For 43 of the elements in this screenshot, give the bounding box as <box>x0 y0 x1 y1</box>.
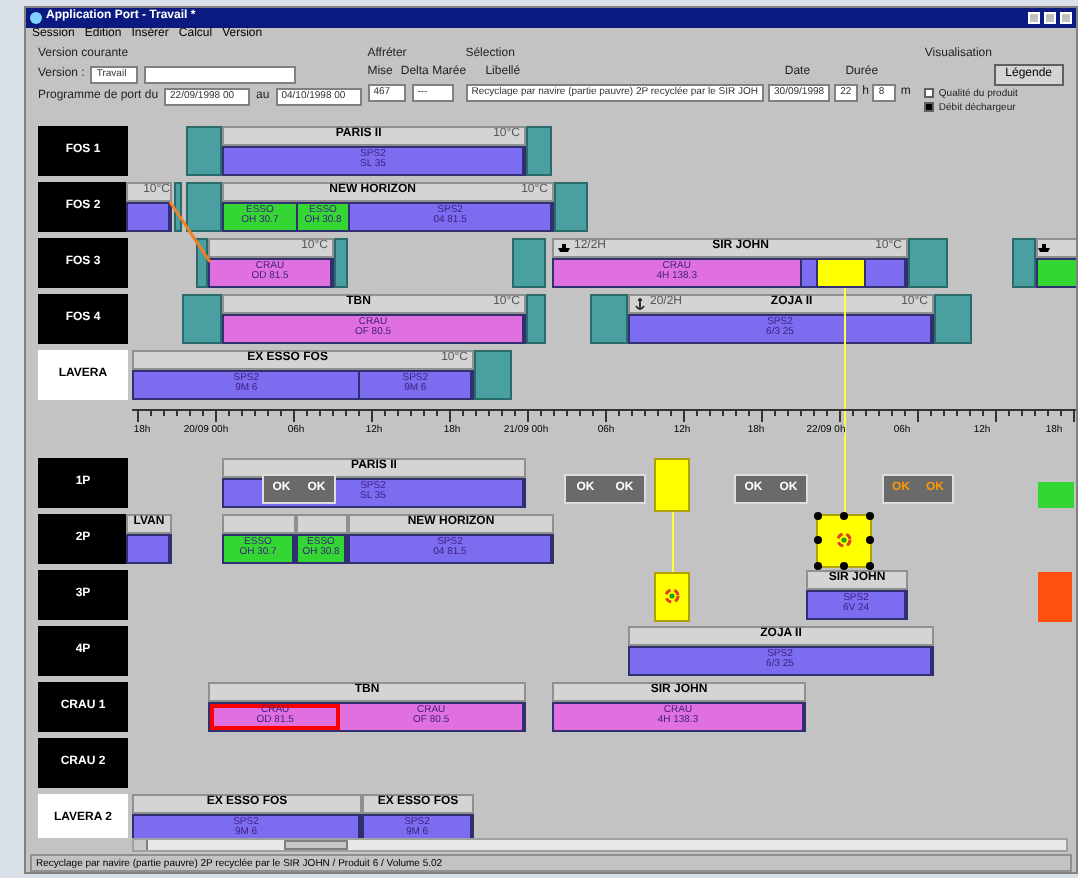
cargo-segment[interactable] <box>818 259 866 286</box>
maneuver-block <box>196 237 208 288</box>
scroll-thumb[interactable] <box>284 840 348 851</box>
selection-handle[interactable] <box>814 561 822 570</box>
maneuver-block <box>334 237 348 288</box>
maneuver-block <box>174 181 182 232</box>
horizontal-scrollbar[interactable] <box>132 838 1068 853</box>
maneuver-block <box>512 237 546 288</box>
selection-handle[interactable] <box>866 536 874 545</box>
close-button[interactable] <box>1060 11 1072 24</box>
maneuver-block <box>186 181 222 232</box>
maneuver-block <box>186 125 222 176</box>
operation-block[interactable] <box>816 513 872 568</box>
checkbox[interactable] <box>924 102 935 113</box>
maneuver-block <box>1012 237 1036 288</box>
selection-handle[interactable] <box>814 536 822 545</box>
selection-handle[interactable] <box>814 511 822 520</box>
cargo-segment[interactable] <box>1038 259 1076 286</box>
maneuver-block <box>474 349 512 400</box>
maneuver-block <box>526 293 546 344</box>
maneuver-block <box>934 293 972 344</box>
maneuver-block <box>182 293 222 344</box>
anchor-icon <box>634 297 646 310</box>
maneuver-block <box>590 293 628 344</box>
maximize-button[interactable] <box>1044 11 1056 24</box>
maneuver-block <box>526 125 552 176</box>
ship-icon <box>558 242 570 253</box>
app-icon <box>30 11 42 24</box>
ship-icon <box>1038 242 1050 253</box>
ship-header <box>222 513 296 534</box>
description-field[interactable] <box>144 65 297 84</box>
link-line <box>672 511 674 572</box>
selection-handle[interactable] <box>840 511 848 520</box>
selection-handle[interactable] <box>866 511 874 520</box>
pump-icon <box>664 588 680 605</box>
selection-handle[interactable] <box>840 561 848 570</box>
minimize-button[interactable] <box>1028 11 1040 24</box>
connector-line <box>168 199 212 264</box>
maneuver-block <box>554 181 588 232</box>
checkbox[interactable] <box>924 88 935 99</box>
maneuver-block <box>908 237 948 288</box>
pump-icon <box>836 532 852 549</box>
selection-handle[interactable] <box>866 561 874 570</box>
